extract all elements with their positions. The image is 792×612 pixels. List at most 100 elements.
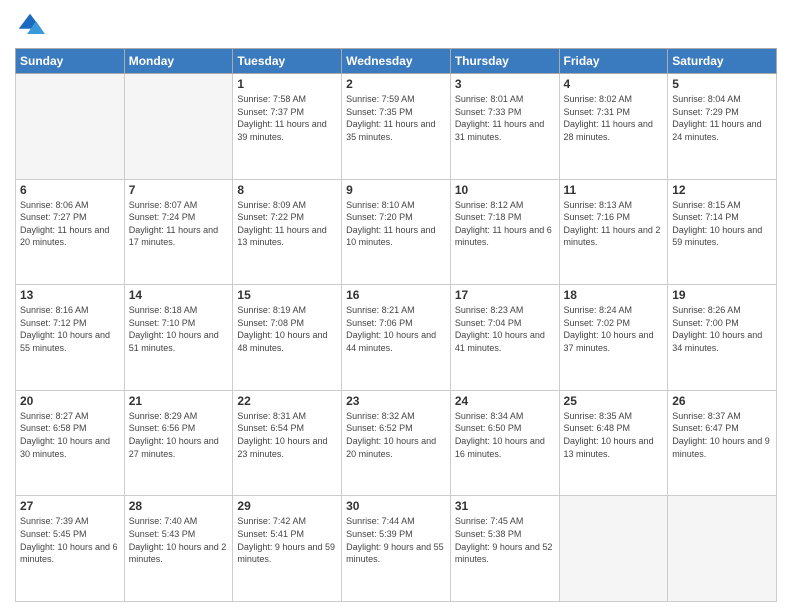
day-detail: Sunrise: 8:24 AMSunset: 7:02 PMDaylight:… (564, 304, 664, 354)
calendar-header-row: SundayMondayTuesdayWednesdayThursdayFrid… (16, 49, 777, 74)
calendar-header-saturday: Saturday (668, 49, 777, 74)
day-number: 11 (564, 183, 664, 197)
day-number: 12 (672, 183, 772, 197)
day-detail: Sunrise: 8:34 AMSunset: 6:50 PMDaylight:… (455, 410, 555, 460)
day-number: 22 (237, 394, 337, 408)
calendar-day: 14 Sunrise: 8:18 AMSunset: 7:10 PMDaylig… (124, 285, 233, 391)
day-detail: Sunrise: 7:45 AMSunset: 5:38 PMDaylight:… (455, 515, 555, 565)
day-detail: Sunrise: 8:18 AMSunset: 7:10 PMDaylight:… (129, 304, 229, 354)
day-detail: Sunrise: 8:27 AMSunset: 6:58 PMDaylight:… (20, 410, 120, 460)
calendar-day: 31 Sunrise: 7:45 AMSunset: 5:38 PMDaylig… (450, 496, 559, 602)
calendar-day (668, 496, 777, 602)
day-number: 29 (237, 499, 337, 513)
calendar-day: 10 Sunrise: 8:12 AMSunset: 7:18 PMDaylig… (450, 179, 559, 285)
calendar-day: 19 Sunrise: 8:26 AMSunset: 7:00 PMDaylig… (668, 285, 777, 391)
day-number: 10 (455, 183, 555, 197)
calendar-day: 18 Sunrise: 8:24 AMSunset: 7:02 PMDaylig… (559, 285, 668, 391)
calendar-day: 11 Sunrise: 8:13 AMSunset: 7:16 PMDaylig… (559, 179, 668, 285)
calendar-day: 25 Sunrise: 8:35 AMSunset: 6:48 PMDaylig… (559, 390, 668, 496)
day-detail: Sunrise: 7:39 AMSunset: 5:45 PMDaylight:… (20, 515, 120, 565)
calendar-day (559, 496, 668, 602)
day-number: 3 (455, 77, 555, 91)
day-number: 16 (346, 288, 446, 302)
calendar: SundayMondayTuesdayWednesdayThursdayFrid… (15, 48, 777, 602)
calendar-week-2: 13 Sunrise: 8:16 AMSunset: 7:12 PMDaylig… (16, 285, 777, 391)
day-number: 6 (20, 183, 120, 197)
calendar-day: 22 Sunrise: 8:31 AMSunset: 6:54 PMDaylig… (233, 390, 342, 496)
calendar-header-thursday: Thursday (450, 49, 559, 74)
calendar-day: 27 Sunrise: 7:39 AMSunset: 5:45 PMDaylig… (16, 496, 125, 602)
day-detail: Sunrise: 7:44 AMSunset: 5:39 PMDaylight:… (346, 515, 446, 565)
day-detail: Sunrise: 8:37 AMSunset: 6:47 PMDaylight:… (672, 410, 772, 460)
calendar-day: 20 Sunrise: 8:27 AMSunset: 6:58 PMDaylig… (16, 390, 125, 496)
calendar-week-3: 20 Sunrise: 8:27 AMSunset: 6:58 PMDaylig… (16, 390, 777, 496)
day-number: 18 (564, 288, 664, 302)
day-detail: Sunrise: 7:40 AMSunset: 5:43 PMDaylight:… (129, 515, 229, 565)
calendar-day: 29 Sunrise: 7:42 AMSunset: 5:41 PMDaylig… (233, 496, 342, 602)
calendar-day: 4 Sunrise: 8:02 AMSunset: 7:31 PMDayligh… (559, 74, 668, 180)
calendar-day: 9 Sunrise: 8:10 AMSunset: 7:20 PMDayligh… (342, 179, 451, 285)
calendar-day: 6 Sunrise: 8:06 AMSunset: 7:27 PMDayligh… (16, 179, 125, 285)
calendar-day: 3 Sunrise: 8:01 AMSunset: 7:33 PMDayligh… (450, 74, 559, 180)
day-detail: Sunrise: 8:31 AMSunset: 6:54 PMDaylight:… (237, 410, 337, 460)
day-detail: Sunrise: 8:04 AMSunset: 7:29 PMDaylight:… (672, 93, 772, 143)
calendar-day (124, 74, 233, 180)
day-detail: Sunrise: 7:58 AMSunset: 7:37 PMDaylight:… (237, 93, 337, 143)
day-number: 5 (672, 77, 772, 91)
day-number: 30 (346, 499, 446, 513)
calendar-day: 15 Sunrise: 8:19 AMSunset: 7:08 PMDaylig… (233, 285, 342, 391)
calendar-header-friday: Friday (559, 49, 668, 74)
calendar-header-sunday: Sunday (16, 49, 125, 74)
calendar-day: 26 Sunrise: 8:37 AMSunset: 6:47 PMDaylig… (668, 390, 777, 496)
calendar-day: 7 Sunrise: 8:07 AMSunset: 7:24 PMDayligh… (124, 179, 233, 285)
day-number: 8 (237, 183, 337, 197)
day-detail: Sunrise: 8:13 AMSunset: 7:16 PMDaylight:… (564, 199, 664, 249)
day-detail: Sunrise: 8:26 AMSunset: 7:00 PMDaylight:… (672, 304, 772, 354)
day-detail: Sunrise: 8:10 AMSunset: 7:20 PMDaylight:… (346, 199, 446, 249)
day-number: 31 (455, 499, 555, 513)
calendar-day: 24 Sunrise: 8:34 AMSunset: 6:50 PMDaylig… (450, 390, 559, 496)
calendar-day: 17 Sunrise: 8:23 AMSunset: 7:04 PMDaylig… (450, 285, 559, 391)
calendar-day: 12 Sunrise: 8:15 AMSunset: 7:14 PMDaylig… (668, 179, 777, 285)
logo (15, 10, 49, 40)
day-number: 20 (20, 394, 120, 408)
calendar-day: 16 Sunrise: 8:21 AMSunset: 7:06 PMDaylig… (342, 285, 451, 391)
day-detail: Sunrise: 8:35 AMSunset: 6:48 PMDaylight:… (564, 410, 664, 460)
day-detail: Sunrise: 8:02 AMSunset: 7:31 PMDaylight:… (564, 93, 664, 143)
day-number: 24 (455, 394, 555, 408)
calendar-day: 30 Sunrise: 7:44 AMSunset: 5:39 PMDaylig… (342, 496, 451, 602)
day-number: 23 (346, 394, 446, 408)
day-detail: Sunrise: 7:42 AMSunset: 5:41 PMDaylight:… (237, 515, 337, 565)
day-number: 14 (129, 288, 229, 302)
day-number: 25 (564, 394, 664, 408)
calendar-day: 8 Sunrise: 8:09 AMSunset: 7:22 PMDayligh… (233, 179, 342, 285)
day-number: 9 (346, 183, 446, 197)
calendar-header-tuesday: Tuesday (233, 49, 342, 74)
day-number: 17 (455, 288, 555, 302)
day-detail: Sunrise: 8:23 AMSunset: 7:04 PMDaylight:… (455, 304, 555, 354)
day-number: 4 (564, 77, 664, 91)
day-detail: Sunrise: 8:29 AMSunset: 6:56 PMDaylight:… (129, 410, 229, 460)
day-detail: Sunrise: 8:15 AMSunset: 7:14 PMDaylight:… (672, 199, 772, 249)
day-detail: Sunrise: 8:32 AMSunset: 6:52 PMDaylight:… (346, 410, 446, 460)
calendar-day: 5 Sunrise: 8:04 AMSunset: 7:29 PMDayligh… (668, 74, 777, 180)
calendar-day (16, 74, 125, 180)
day-number: 15 (237, 288, 337, 302)
day-detail: Sunrise: 8:06 AMSunset: 7:27 PMDaylight:… (20, 199, 120, 249)
calendar-day: 23 Sunrise: 8:32 AMSunset: 6:52 PMDaylig… (342, 390, 451, 496)
header (15, 10, 777, 40)
calendar-week-4: 27 Sunrise: 7:39 AMSunset: 5:45 PMDaylig… (16, 496, 777, 602)
calendar-day: 2 Sunrise: 7:59 AMSunset: 7:35 PMDayligh… (342, 74, 451, 180)
day-detail: Sunrise: 8:09 AMSunset: 7:22 PMDaylight:… (237, 199, 337, 249)
day-number: 7 (129, 183, 229, 197)
page: SundayMondayTuesdayWednesdayThursdayFrid… (0, 0, 792, 612)
calendar-day: 21 Sunrise: 8:29 AMSunset: 6:56 PMDaylig… (124, 390, 233, 496)
day-detail: Sunrise: 8:16 AMSunset: 7:12 PMDaylight:… (20, 304, 120, 354)
day-detail: Sunrise: 8:07 AMSunset: 7:24 PMDaylight:… (129, 199, 229, 249)
day-number: 2 (346, 77, 446, 91)
day-number: 21 (129, 394, 229, 408)
calendar-day: 13 Sunrise: 8:16 AMSunset: 7:12 PMDaylig… (16, 285, 125, 391)
day-detail: Sunrise: 8:19 AMSunset: 7:08 PMDaylight:… (237, 304, 337, 354)
day-number: 1 (237, 77, 337, 91)
day-detail: Sunrise: 7:59 AMSunset: 7:35 PMDaylight:… (346, 93, 446, 143)
